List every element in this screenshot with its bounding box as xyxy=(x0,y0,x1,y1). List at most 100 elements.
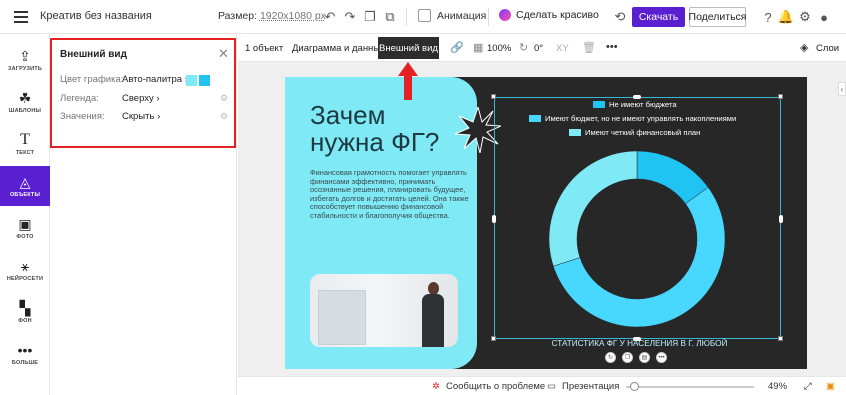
close-icon[interactable]: ✕ xyxy=(218,46,229,62)
donut-chart[interactable] xyxy=(547,149,727,329)
chevron-right-icon: › xyxy=(157,111,161,122)
whiteboard xyxy=(318,290,366,345)
highlight-box: Внешний вид ✕ Цвет графика: Авто-палитра… xyxy=(50,38,236,148)
legend-item: Не имеют бюджета xyxy=(593,100,677,109)
resize-handle[interactable] xyxy=(491,336,496,341)
resize-handle[interactable] xyxy=(778,336,783,341)
design-canvas[interactable]: Зачем нужна ФГ? Финансовая грамотность п… xyxy=(285,77,807,369)
fit-screen-icon[interactable]: ⤢ xyxy=(804,381,812,392)
zoom-slider[interactable] xyxy=(626,386,754,388)
presentation-icon: ▭ xyxy=(547,381,556,392)
chart-color-select[interactable]: Авто-палитра › xyxy=(122,74,188,85)
redo-icon[interactable]: ↷ xyxy=(342,9,358,25)
values-label: Значения: xyxy=(60,111,105,122)
rotation-value[interactable]: 0° xyxy=(534,43,543,54)
resize-handle[interactable] xyxy=(633,95,641,99)
left-nav: ⇪ ЗАГРУЗИТЬ ☘ ШАБЛОНЫ T ТЕКСТ ◬ ОБЪЕКТЫ … xyxy=(0,34,50,395)
nav-upload[interactable]: ⇪ ЗАГРУЗИТЬ xyxy=(0,40,50,80)
magic-button[interactable]: Сделать красиво xyxy=(499,9,599,21)
bug-icon: ✲ xyxy=(432,381,440,392)
values-select[interactable]: Скрыть › xyxy=(122,111,160,122)
resize-handle[interactable] xyxy=(779,215,783,223)
panel-title: Внешний вид xyxy=(60,49,127,60)
layers-button[interactable]: Слои xyxy=(816,43,839,54)
nav-photo[interactable]: ▣ ФОТО xyxy=(0,208,50,248)
context-toolbar: 1 объект Диаграмма и данные Внешний вид … xyxy=(238,34,846,62)
legend-item: Имеют бюджет, но не имеют управлять нако… xyxy=(529,114,736,123)
copy-icon[interactable]: ❐ xyxy=(362,9,378,25)
canvas-size[interactable]: Размер: 1920x1080 px xyxy=(218,10,326,22)
help-icon[interactable]: ? xyxy=(760,9,776,25)
menu-icon[interactable] xyxy=(14,11,28,23)
chevron-left-icon[interactable]: ‹ xyxy=(838,82,846,96)
report-button[interactable]: ✲ Сообщить о проблеме xyxy=(432,381,545,392)
canvas-size-value[interactable]: 1920x1080 px xyxy=(260,10,326,22)
legend-swatch xyxy=(593,101,605,108)
magic-icon xyxy=(499,9,511,21)
palette-swatch[interactable] xyxy=(186,75,197,86)
more-options-icon[interactable]: ••• xyxy=(606,41,618,53)
resize-handle[interactable] xyxy=(491,94,496,99)
more-icon: ••• xyxy=(17,341,33,358)
copy-icon[interactable]: ❐ xyxy=(622,352,633,363)
presentation-button[interactable]: ▭ Презентация xyxy=(547,381,619,392)
xy-position[interactable]: XY xyxy=(556,43,569,54)
chart-color-label: Цвет графика: xyxy=(60,74,124,85)
history-icon[interactable]: ⟲ xyxy=(612,9,628,25)
link-icon[interactable]: 🔗 xyxy=(450,41,464,54)
display-icon[interactable]: ▣ xyxy=(826,381,835,392)
zoom-slider-handle[interactable] xyxy=(630,382,639,391)
nav-more[interactable]: ••• БОЛЬШЕ xyxy=(0,334,50,374)
divider xyxy=(488,8,489,26)
account-icon[interactable]: ● xyxy=(816,9,832,25)
trash-icon[interactable]: 🗑 xyxy=(582,41,596,54)
nav-text[interactable]: T ТЕКСТ xyxy=(0,124,50,164)
lock-icon[interactable]: ▤ xyxy=(639,352,650,363)
legend-item: Имеют четкий финансовый план xyxy=(569,128,700,137)
resize-handle[interactable] xyxy=(492,215,496,223)
paste-icon[interactable]: ⧉ xyxy=(382,9,398,25)
animation-toggle[interactable]: Анимация xyxy=(418,9,486,22)
notifications-icon[interactable]: 🔔 xyxy=(778,9,794,25)
gear-icon[interactable]: ⚙ xyxy=(220,93,228,104)
document-title[interactable]: Креатив без названия xyxy=(40,10,152,22)
nav-templates[interactable]: ☘ ШАБЛОНЫ xyxy=(0,82,50,122)
tab-appearance[interactable]: Внешний вид xyxy=(378,37,439,59)
gear-icon[interactable]: ⚙ xyxy=(220,111,228,122)
chart-caption: СТАТИСТИКА ФГ У НАСЕЛЕНИЯ В Г. ЛЮБОЙ xyxy=(551,339,728,348)
slide-heading[interactable]: Зачем нужна ФГ? xyxy=(310,102,439,156)
bottom-bar: ✲ Сообщить о проблеме ▭ Презентация 49% … xyxy=(238,376,846,395)
divider xyxy=(406,8,407,26)
undo-icon[interactable]: ↶ xyxy=(322,9,338,25)
legend-swatch xyxy=(529,115,541,122)
opacity-value[interactable]: 100% xyxy=(487,43,511,54)
nav-ai[interactable]: ⚹ НЕЙРОСЕТИ xyxy=(0,250,50,290)
settings-icon[interactable]: ⚙ xyxy=(797,9,813,25)
legend-select[interactable]: Сверху › xyxy=(122,93,160,104)
nav-background[interactable]: ▚ ФОН xyxy=(0,292,50,332)
rotate-icon[interactable]: ↻ xyxy=(605,352,616,363)
rotate-icon[interactable]: ↻ xyxy=(519,41,528,54)
donut-slice[interactable] xyxy=(548,150,638,267)
office-photo[interactable] xyxy=(310,274,458,347)
more-icon[interactable]: ••• xyxy=(656,352,667,363)
nav-objects[interactable]: ◬ ОБЪЕКТЫ xyxy=(0,166,50,206)
zoom-value[interactable]: 49% xyxy=(768,381,787,392)
photo-icon: ▣ xyxy=(18,215,32,232)
objects-icon: ◬ xyxy=(19,173,31,190)
legend-swatch xyxy=(569,129,581,136)
animation-checkbox[interactable] xyxy=(418,9,431,22)
download-button[interactable]: Скачать xyxy=(632,7,685,27)
magic-wand-icon: ⚹ xyxy=(20,257,30,274)
slide-body[interactable]: Финансовая грамотность помогает управлят… xyxy=(310,168,470,221)
share-button[interactable]: Поделиться xyxy=(689,7,747,27)
background-icon: ▚ xyxy=(19,299,31,316)
layers-icon[interactable]: ◈ xyxy=(800,41,808,54)
resize-handle[interactable] xyxy=(778,94,783,99)
upload-icon: ⇪ xyxy=(19,47,31,64)
templates-icon: ☘ xyxy=(18,89,32,106)
object-count: 1 объект xyxy=(245,43,284,54)
opacity-icon[interactable]: ▦ xyxy=(473,41,483,54)
tab-chart-data[interactable]: Диаграмма и данные xyxy=(292,43,385,54)
palette-swatch[interactable] xyxy=(199,75,210,86)
